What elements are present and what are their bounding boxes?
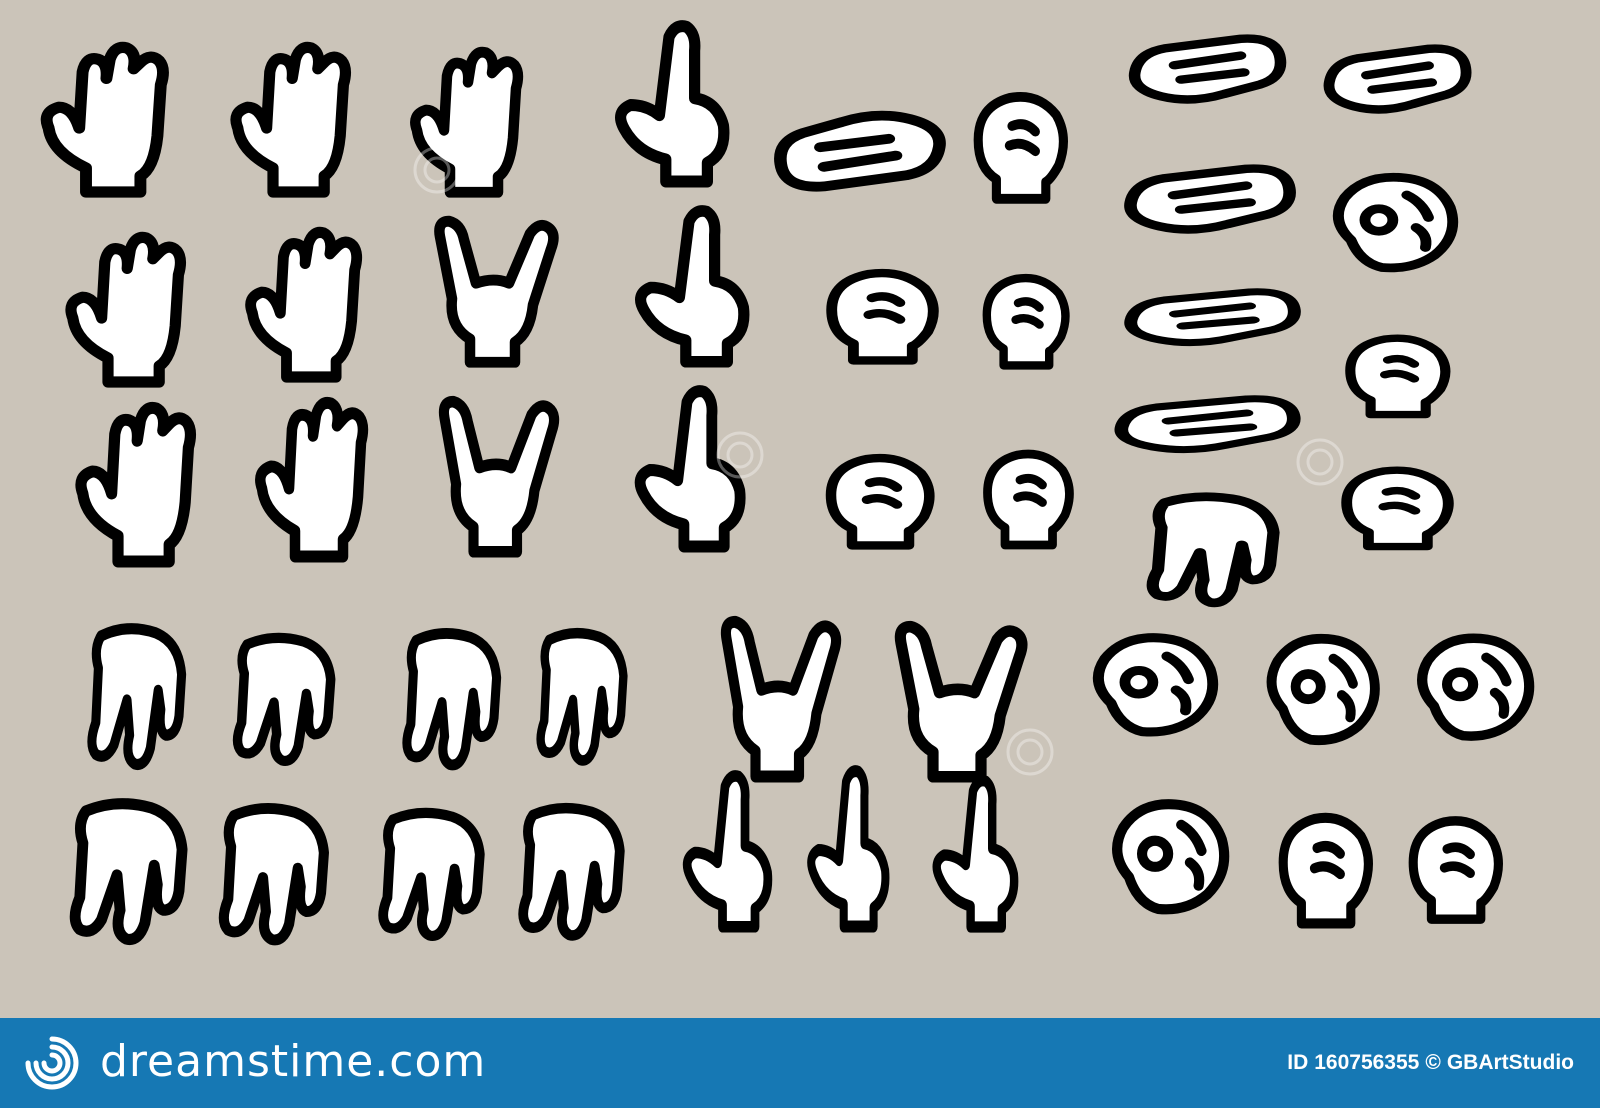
- fist-side-icon: [1413, 821, 1498, 919]
- pinch-and-point-hands: [1121, 39, 1466, 603]
- swirl-logo-icon: [25, 1036, 79, 1090]
- two-fingers-up-icon: [444, 402, 554, 552]
- ok-sign-2-icon: [1272, 639, 1375, 740]
- spread-palm-2-icon: [224, 808, 324, 940]
- middle-finger-icon: [811, 771, 885, 926]
- pinch-hand-right-icon: [1329, 49, 1466, 110]
- index-and-thumb-hand-icon: [641, 211, 744, 362]
- illustration-canvas: dreamstime.com ID 160756355 © GBArtStudio: [0, 0, 1600, 1108]
- open-hand-four-icon: [236, 47, 345, 192]
- thumb-out-fist-icon: [831, 458, 929, 545]
- stock-watermark-banner: dreamstime.com ID 160756355 © GBArtStudio: [0, 1018, 1600, 1108]
- reaching-hand-icon: [1130, 169, 1289, 230]
- author-name: GBArtStudio: [1446, 1051, 1574, 1074]
- ok-sign-3-icon: [1422, 638, 1529, 736]
- three-finger-hand-icon: [415, 52, 518, 192]
- closed-fist-icon: [988, 454, 1070, 545]
- offering-palm-1-icon: [383, 813, 480, 936]
- thumb-side-fist-icon: [832, 273, 934, 360]
- ok-sign-1-icon: [1098, 638, 1212, 732]
- offering-palm-2-icon: [523, 808, 620, 935]
- id-label: ID: [1287, 1051, 1309, 1074]
- finger-up-fist-icon: [687, 776, 768, 927]
- hand-gesture-collection: [0, 0, 1600, 1108]
- spread-palm-1-icon: [75, 804, 182, 940]
- palm-five-fingers-icon: [71, 237, 180, 382]
- rock-horns-right-icon: [900, 627, 1022, 777]
- ok-and-fist-hands: [1098, 638, 1529, 924]
- hanging-hand-2-icon: [238, 638, 331, 761]
- holding-hand-icon: [1350, 338, 1445, 414]
- peace-sign-hand-icon: [439, 221, 553, 362]
- grab-hand-icon: [1338, 177, 1452, 268]
- small-fist-icon: [987, 278, 1066, 365]
- side-fist-icon: [1347, 470, 1449, 546]
- image-credits: ID 160756355 © GBArtStudio: [1281, 1018, 1574, 1108]
- rock-and-finger-hands: [687, 622, 1022, 927]
- flat-hand-icon: [1131, 292, 1295, 343]
- pointing-hand-icon: [1121, 399, 1293, 450]
- hanging-hand-3-icon: [407, 633, 497, 765]
- rock-horns-left-icon: [726, 622, 836, 777]
- hanging-hand-4-icon: [541, 633, 624, 760]
- hanging-hand-1-icon: [92, 629, 182, 765]
- finger-count-hands: [47, 26, 1070, 561]
- copyright-symbol: ©: [1425, 1051, 1441, 1074]
- pointing-up-hand-icon: [621, 26, 724, 181]
- three-fingers-up-icon: [260, 403, 363, 557]
- id-number: 160756355: [1314, 1051, 1420, 1074]
- open-palm-hands: [75, 629, 623, 940]
- open-hand-five-icon: [47, 47, 163, 192]
- downward-point-hand-icon: [1153, 497, 1274, 603]
- pointing-left-hand-icon: [780, 116, 939, 187]
- site-name: dreamstime.com: [100, 1036, 487, 1087]
- pinch-hand-left-icon: [1135, 39, 1281, 100]
- fist-knuckles-icon: [1283, 818, 1368, 924]
- fist-front-icon: [978, 97, 1063, 199]
- one-finger-up-icon: [640, 391, 740, 546]
- back-palm-five-icon: [81, 408, 190, 562]
- index-up-fist-icon: [937, 781, 1014, 927]
- cupped-hand-icon: [1117, 804, 1224, 909]
- palm-four-fingers-icon: [251, 232, 357, 377]
